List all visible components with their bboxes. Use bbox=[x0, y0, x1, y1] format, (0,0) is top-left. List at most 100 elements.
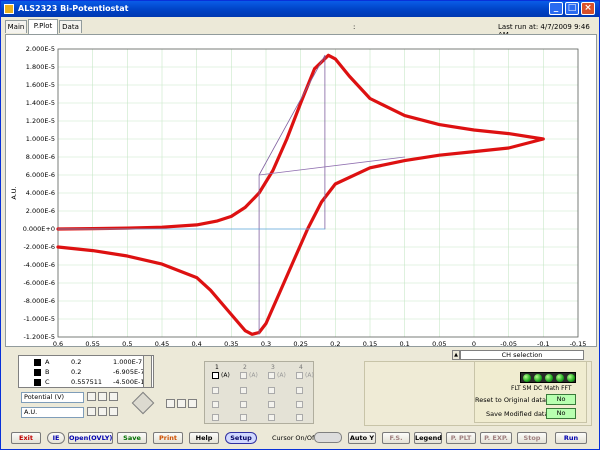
x-precision-icon[interactable] bbox=[109, 392, 118, 401]
legend-name: B bbox=[45, 368, 50, 376]
ch-selection-arrow-icon[interactable]: ▲ bbox=[452, 350, 460, 360]
legend-value-x: 0.557511 bbox=[71, 378, 103, 386]
x-tick-label: -0.1 bbox=[537, 340, 550, 346]
channel-checkbox[interactable] bbox=[296, 401, 303, 408]
channel-header-1: 1 bbox=[215, 364, 219, 371]
channel-checkbox[interactable] bbox=[212, 401, 219, 408]
maximize-button[interactable]: □ bbox=[565, 2, 579, 15]
legend-swatch bbox=[34, 369, 41, 376]
led-sm bbox=[534, 374, 542, 382]
channel-2-checkbox[interactable] bbox=[240, 372, 247, 379]
y-tick-label: 1.800E-5 bbox=[26, 63, 55, 71]
x-tick-label: 0.45 bbox=[155, 340, 169, 346]
channel-checkbox[interactable] bbox=[296, 414, 303, 421]
legend-button[interactable]: Legend bbox=[414, 432, 442, 444]
led-flt bbox=[523, 374, 531, 382]
y-tick-label: 2.000E-5 bbox=[26, 45, 55, 53]
x-tick-label: 0.15 bbox=[363, 340, 377, 346]
x-tick-label: 0.5 bbox=[122, 340, 132, 346]
channel-checkbox[interactable] bbox=[240, 387, 247, 394]
y-axis-label: A.U. bbox=[10, 186, 18, 199]
zoom-tool-icon[interactable] bbox=[177, 399, 186, 408]
y-tick-label: 1.000E-5 bbox=[26, 135, 55, 143]
close-button[interactable]: × bbox=[581, 2, 595, 15]
legend-row-c[interactable]: C 0.557511 -4.500E-11 bbox=[19, 377, 149, 387]
y-precision-icon[interactable] bbox=[109, 407, 118, 416]
open-overlay-button[interactable]: Open(OVLY) bbox=[68, 432, 113, 444]
y-tick-label: 1.600E-5 bbox=[26, 81, 55, 89]
channel-checkbox[interactable] bbox=[240, 414, 247, 421]
y-tick-label: -1.000E-5 bbox=[23, 315, 55, 323]
tab-main[interactable]: Main bbox=[5, 20, 27, 33]
run-button[interactable]: Run bbox=[555, 432, 587, 444]
p-export-button[interactable]: P. EXP. bbox=[480, 432, 512, 444]
app-icon bbox=[4, 4, 14, 14]
plot-panel[interactable]: 0.6 0.55 0.5 0.45 0.4 0.35 0.3 0.25 0.2 0.15 0.1 0.… bbox=[5, 34, 597, 347]
x-tick-label: -0.05 bbox=[500, 340, 517, 346]
channel-4-label: (A) bbox=[305, 372, 314, 379]
header-separator: : bbox=[353, 23, 356, 31]
channel-1-checkbox[interactable] bbox=[212, 372, 219, 379]
p-plot-button[interactable]: P. PLT bbox=[446, 432, 476, 444]
cursor-toggle-switch[interactable] bbox=[314, 432, 342, 443]
auto-y-button[interactable]: Auto Y bbox=[348, 432, 376, 444]
channel-checkbox[interactable] bbox=[212, 414, 219, 421]
x-tick-label: -0.15 bbox=[570, 340, 587, 346]
pan-tool-icon[interactable] bbox=[188, 399, 197, 408]
channel-checkbox[interactable] bbox=[240, 401, 247, 408]
stop-button[interactable]: Stop bbox=[517, 432, 547, 444]
legend-row-a[interactable]: A 0.2 1.000E-7 bbox=[19, 357, 149, 367]
y-tick-label: -4.000E-6 bbox=[23, 261, 55, 269]
channel-checkbox[interactable] bbox=[268, 401, 275, 408]
ch-selection-select[interactable]: CH selection bbox=[460, 350, 584, 360]
minimize-button[interactable]: _ bbox=[549, 2, 563, 15]
legend-scrollbar[interactable] bbox=[143, 355, 152, 388]
full-scale-button[interactable]: F.S. bbox=[382, 432, 410, 444]
y-tick-label: 8.000E-6 bbox=[26, 153, 55, 161]
y-tick-label: 6.000E-6 bbox=[26, 171, 55, 179]
legend-swatch bbox=[34, 379, 41, 386]
save-button[interactable]: Save bbox=[117, 432, 147, 444]
title-bar[interactable]: ALS2323 Bi-Potentiostat _ □ × bbox=[1, 1, 599, 17]
cursor-move-pad-icon[interactable] bbox=[131, 391, 155, 415]
led-math bbox=[556, 374, 564, 382]
channel-checkbox[interactable] bbox=[212, 387, 219, 394]
channel-header-3: 3 bbox=[271, 364, 275, 371]
channel-checkbox[interactable] bbox=[268, 414, 275, 421]
help-button[interactable]: Help bbox=[189, 432, 219, 444]
print-button[interactable]: Print bbox=[153, 432, 183, 444]
x-lock-icon[interactable] bbox=[87, 392, 96, 401]
x-tick-label: 0.55 bbox=[85, 340, 99, 346]
channel-4-checkbox[interactable] bbox=[296, 372, 303, 379]
cursor-legend-table: A 0.2 1.000E-7 B 0.2 -6.905E-7 C 0.55751… bbox=[18, 355, 154, 388]
series-line-peak-marker bbox=[258, 54, 326, 335]
led-fft bbox=[567, 374, 575, 382]
legend-value-x: 0.2 bbox=[71, 368, 82, 376]
cursor-tool-icon[interactable] bbox=[166, 399, 175, 408]
reset-toggle-button[interactable]: No bbox=[546, 394, 576, 405]
channel-checkbox[interactable] bbox=[268, 387, 275, 394]
x-tick-label: 0.2 bbox=[330, 340, 340, 346]
exit-button[interactable]: Exit bbox=[11, 432, 41, 444]
channel-checkbox[interactable] bbox=[296, 387, 303, 394]
x-axis-select[interactable]: Potential (V) bbox=[21, 392, 84, 403]
channel-grid: 1 2 3 4 (A) (A) (A) (A) bbox=[204, 361, 314, 424]
filter-led-indicators bbox=[520, 372, 576, 383]
x-tick-label: 0.3 bbox=[261, 340, 271, 346]
y-axis-select[interactable]: A.U. bbox=[21, 407, 84, 418]
tab-data[interactable]: Data bbox=[59, 20, 82, 33]
x-format-icon[interactable] bbox=[98, 392, 107, 401]
cv-chart[interactable]: 0.6 0.55 0.5 0.45 0.4 0.35 0.3 0.25 0.2 0.15 0.1 0.… bbox=[6, 35, 596, 346]
ie-button[interactable]: IE bbox=[47, 432, 65, 444]
y-tick-label: -8.000E-6 bbox=[23, 297, 55, 305]
y-tick-label: 4.000E-6 bbox=[26, 189, 55, 197]
y-lock-icon[interactable] bbox=[87, 407, 96, 416]
legend-row-b[interactable]: B 0.2 -6.905E-7 bbox=[19, 367, 149, 377]
setup-button[interactable]: Setup bbox=[225, 432, 257, 444]
tab-p-plot[interactable]: P.Plot bbox=[28, 19, 58, 34]
channel-2-label: (A) bbox=[249, 372, 258, 379]
save-modified-toggle-button[interactable]: No bbox=[546, 408, 576, 419]
x-tick-label: 0.35 bbox=[224, 340, 238, 346]
channel-3-checkbox[interactable] bbox=[268, 372, 275, 379]
y-format-icon[interactable] bbox=[98, 407, 107, 416]
